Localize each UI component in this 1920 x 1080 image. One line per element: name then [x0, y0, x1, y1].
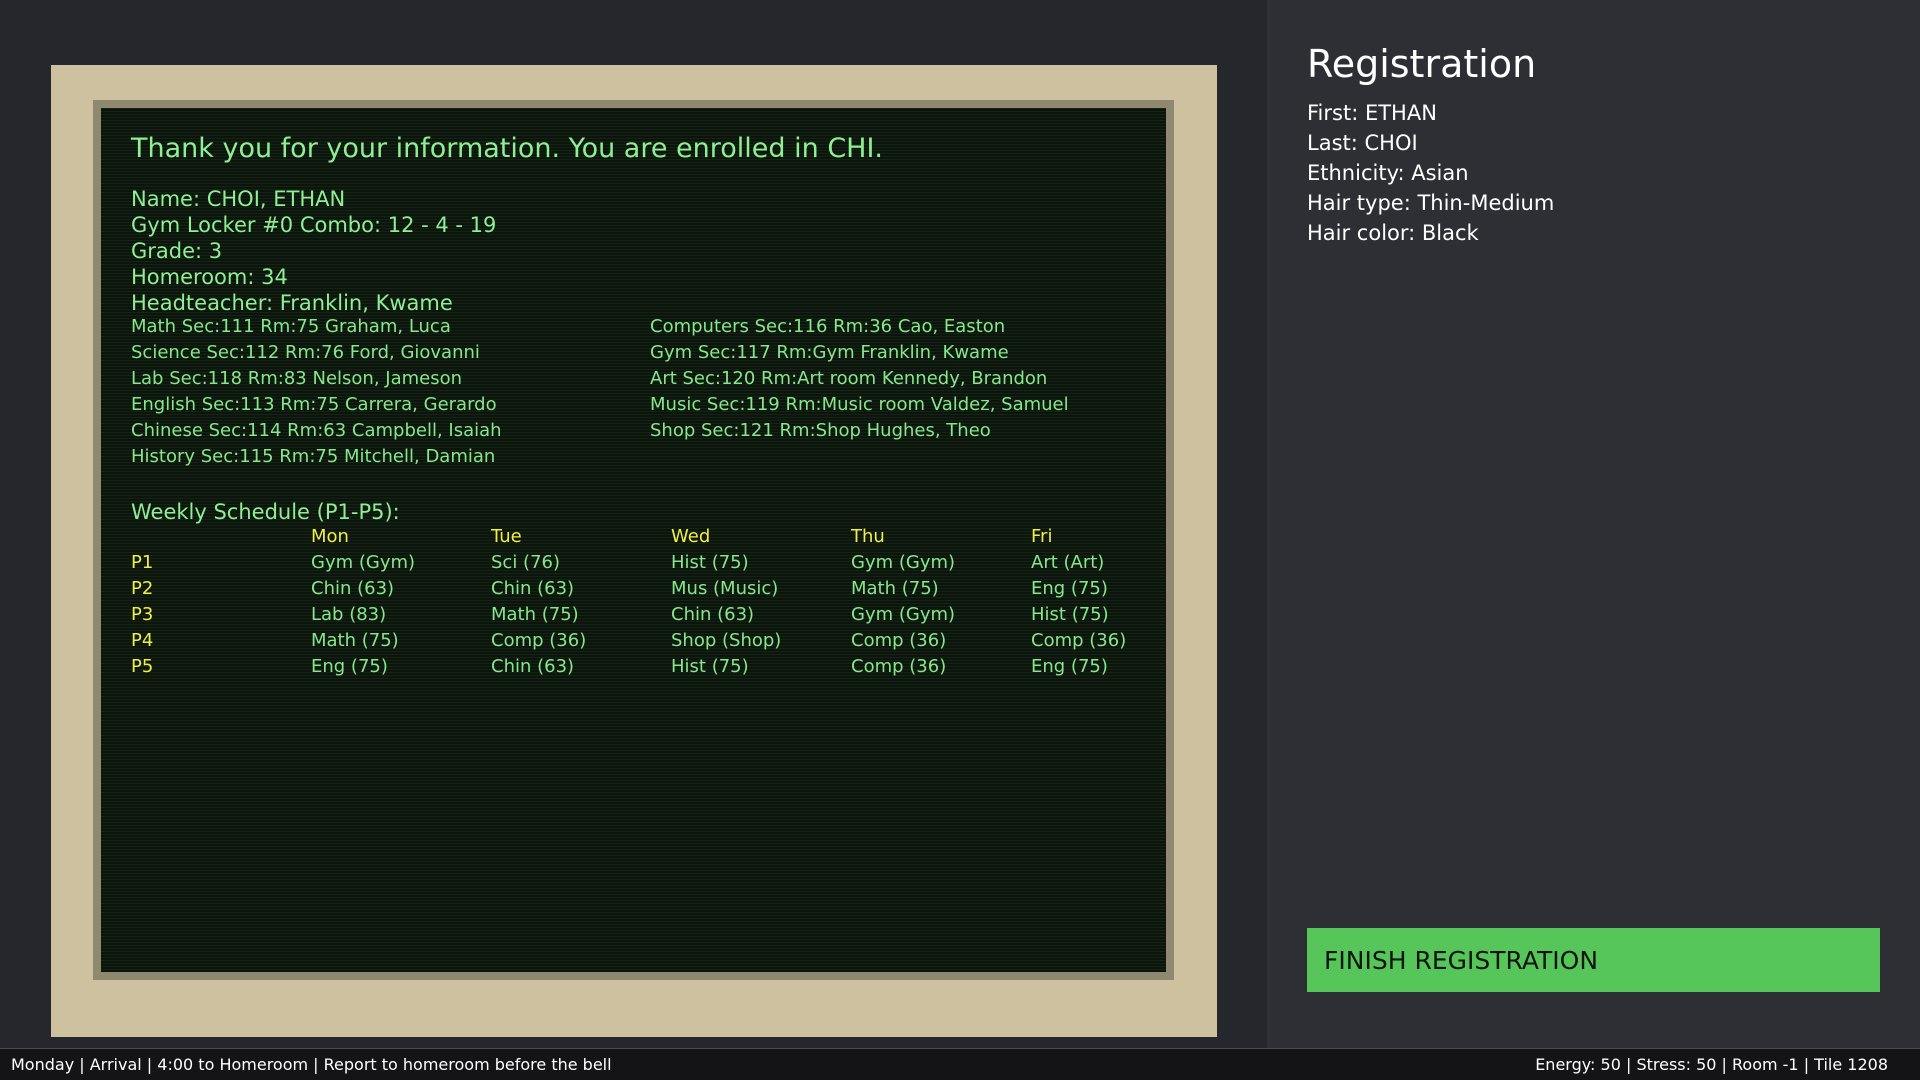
- status-right-text: Energy: 50 | Stress: 50 | Room -1 | Tile…: [1535, 1055, 1888, 1074]
- schedule-cell: Gym (Gym): [851, 552, 956, 573]
- finish-registration-button[interactable]: FINISH REGISTRATION: [1307, 928, 1880, 992]
- schedule-cell: Comp (36): [1031, 630, 1127, 651]
- schedule-period-label: P5: [131, 656, 154, 677]
- gym-locker-info: Gym Locker #0 Combo: 12 - 4 - 19: [131, 213, 497, 237]
- course-english: English Sec:113 Rm:75 Carrera, Gerardo: [131, 394, 497, 415]
- schedule-cell: Sci (76): [491, 552, 560, 573]
- status-bar: Monday | Arrival | 4:00 to Homeroom | Re…: [0, 1048, 1920, 1080]
- homeroom-info: Homeroom: 34: [131, 265, 288, 289]
- status-left-text: Monday | Arrival | 4:00 to Homeroom | Re…: [11, 1055, 612, 1074]
- course-gym: Gym Sec:117 Rm:Gym Franklin, Kwame: [650, 342, 1009, 363]
- schedule-day-header: Thu: [851, 526, 885, 547]
- hair-color-line: Hair color: Black: [1307, 221, 1479, 245]
- course-math: Math Sec:111 Rm:75 Graham, Luca: [131, 316, 451, 337]
- student-name: Name: CHOI, ETHAN: [131, 187, 346, 211]
- course-science: Science Sec:112 Rm:76 Ford, Giovanni: [131, 342, 480, 363]
- game-window: Thank you for your information. You are …: [0, 0, 1920, 1080]
- schedule-cell: Gym (Gym): [851, 604, 956, 625]
- schedule-cell: Chin (63): [491, 656, 575, 677]
- schedule-day-header: Wed: [671, 526, 711, 547]
- schedule-day-header: Mon: [311, 526, 349, 547]
- hair-type-line: Hair type: Thin-Medium: [1307, 191, 1555, 215]
- grade-info: Grade: 3: [131, 239, 223, 263]
- schedule-period-label: P2: [131, 578, 154, 599]
- schedule-cell: Math (75): [311, 630, 399, 651]
- registration-panel: Registration First: ETHAN Last: CHOI Eth…: [1267, 0, 1920, 1048]
- last-name-line: Last: CHOI: [1307, 131, 1418, 155]
- schedule-period-label: P1: [131, 552, 154, 573]
- schedule-day-header: Fri: [1031, 526, 1053, 547]
- ethnicity-line: Ethnicity: Asian: [1307, 161, 1469, 185]
- schedule-cell: Mus (Music): [671, 578, 779, 599]
- schedule-cell: Chin (63): [671, 604, 755, 625]
- schedule-cell: Art (Art): [1031, 552, 1105, 573]
- schedule-period-label: P4: [131, 630, 154, 651]
- schedule-cell: Eng (75): [1031, 578, 1108, 599]
- schedule-title: Weekly Schedule (P1-P5):: [131, 500, 400, 524]
- course-shop: Shop Sec:121 Rm:Shop Hughes, Theo: [650, 420, 991, 441]
- schedule-cell: Hist (75): [1031, 604, 1109, 625]
- schedule-cell: Chin (63): [491, 578, 575, 599]
- schedule-cell: Chin (63): [311, 578, 395, 599]
- monitor-bezel: Thank you for your information. You are …: [51, 65, 1217, 1037]
- schedule-cell: Comp (36): [851, 656, 947, 677]
- schedule-cell: Math (75): [491, 604, 579, 625]
- schedule-cell: Hist (75): [671, 656, 749, 677]
- schedule-cell: Eng (75): [311, 656, 388, 677]
- course-history: History Sec:115 Rm:75 Mitchell, Damian: [131, 446, 496, 467]
- first-name-line: First: ETHAN: [1307, 101, 1437, 125]
- enrollment-message: Thank you for your information. You are …: [131, 133, 884, 164]
- course-chinese: Chinese Sec:114 Rm:63 Campbell, Isaiah: [131, 420, 502, 441]
- schedule-day-header: Tue: [491, 526, 522, 547]
- schedule-cell: Lab (83): [311, 604, 387, 625]
- game-viewport: Thank you for your information. You are …: [0, 0, 1267, 1048]
- headteacher-info: Headteacher: Franklin, Kwame: [131, 291, 453, 315]
- schedule-cell: Hist (75): [671, 552, 749, 573]
- course-music: Music Sec:119 Rm:Music room Valdez, Samu…: [650, 394, 1069, 415]
- schedule-cell: Eng (75): [1031, 656, 1108, 677]
- schedule-cell: Shop (Shop): [671, 630, 782, 651]
- panel-title: Registration: [1307, 42, 1537, 86]
- course-art: Art Sec:120 Rm:Art room Kennedy, Brandon: [650, 368, 1048, 389]
- schedule-cell: Math (75): [851, 578, 939, 599]
- schedule-cell: Gym (Gym): [311, 552, 416, 573]
- schedule-cell: Comp (36): [491, 630, 587, 651]
- schedule-cell: Comp (36): [851, 630, 947, 651]
- course-computers: Computers Sec:116 Rm:36 Cao, Easton: [650, 316, 1006, 337]
- monitor-frame: Thank you for your information. You are …: [93, 100, 1174, 980]
- terminal-screen: Thank you for your information. You are …: [101, 108, 1166, 972]
- course-lab: Lab Sec:118 Rm:83 Nelson, Jameson: [131, 368, 463, 389]
- schedule-period-label: P3: [131, 604, 154, 625]
